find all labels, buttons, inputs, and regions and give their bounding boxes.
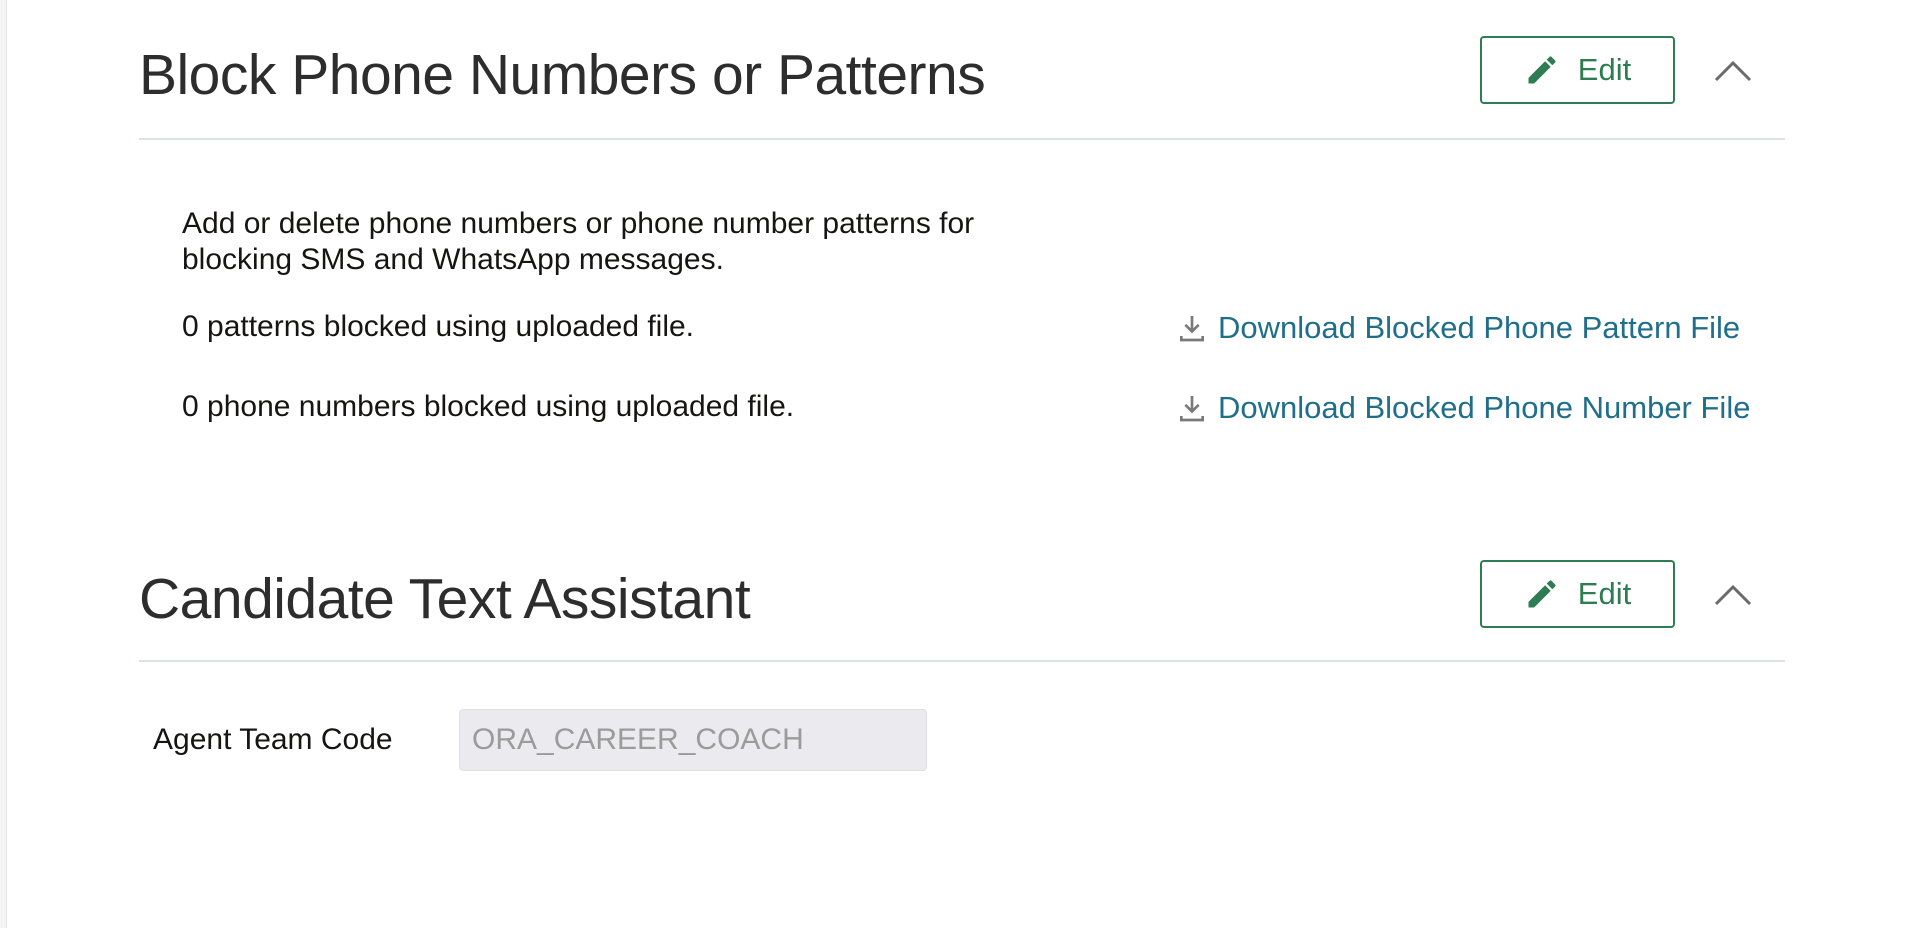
agent-team-code-label: Agent Team Code bbox=[153, 723, 393, 756]
block-section-title: Block Phone Numbers or Patterns bbox=[139, 43, 986, 107]
chevron-up-icon bbox=[1714, 584, 1752, 606]
assistant-collapse-button[interactable] bbox=[1703, 570, 1763, 620]
assistant-edit-button[interactable]: Edit bbox=[1480, 560, 1675, 628]
patterns-blocked-status: 0 patterns blocked using uploaded file. bbox=[182, 310, 695, 343]
download-icon bbox=[1180, 396, 1204, 422]
download-number-file-label: Download Blocked Phone Number File bbox=[1218, 390, 1751, 425]
left-panel-edge bbox=[0, 0, 7, 928]
download-icon bbox=[1180, 316, 1204, 342]
agent-team-code-field[interactable] bbox=[459, 709, 927, 771]
block-description-line2: blocking SMS and WhatsApp messages. bbox=[182, 243, 724, 276]
block-section-divider bbox=[139, 138, 1785, 140]
block-edit-label: Edit bbox=[1577, 52, 1632, 87]
chevron-up-icon bbox=[1714, 60, 1752, 82]
pencil-icon bbox=[1528, 56, 1556, 84]
block-section-header: Block Phone Numbers or Patterns Edit bbox=[139, 30, 1785, 170]
download-number-file-link[interactable]: Download Blocked Phone Number File bbox=[1176, 390, 1750, 426]
assistant-section-header: Candidate Text Assistant Edit bbox=[139, 554, 1785, 694]
assistant-section-divider bbox=[139, 660, 1785, 662]
numbers-blocked-status: 0 phone numbers blocked using uploaded f… bbox=[182, 390, 795, 423]
download-pattern-file-link[interactable]: Download Blocked Phone Pattern File bbox=[1176, 310, 1740, 346]
block-description-line1: Add or delete phone numbers or phone num… bbox=[182, 207, 975, 240]
assistant-edit-label: Edit bbox=[1577, 576, 1632, 611]
download-pattern-file-label: Download Blocked Phone Pattern File bbox=[1218, 310, 1741, 345]
page: Block Phone Numbers or Patterns Edit Add… bbox=[0, 0, 1916, 928]
block-edit-button[interactable]: Edit bbox=[1480, 36, 1675, 104]
assistant-section-title: Candidate Text Assistant bbox=[139, 567, 751, 631]
block-collapse-button[interactable] bbox=[1703, 46, 1763, 96]
pencil-icon bbox=[1528, 580, 1556, 608]
